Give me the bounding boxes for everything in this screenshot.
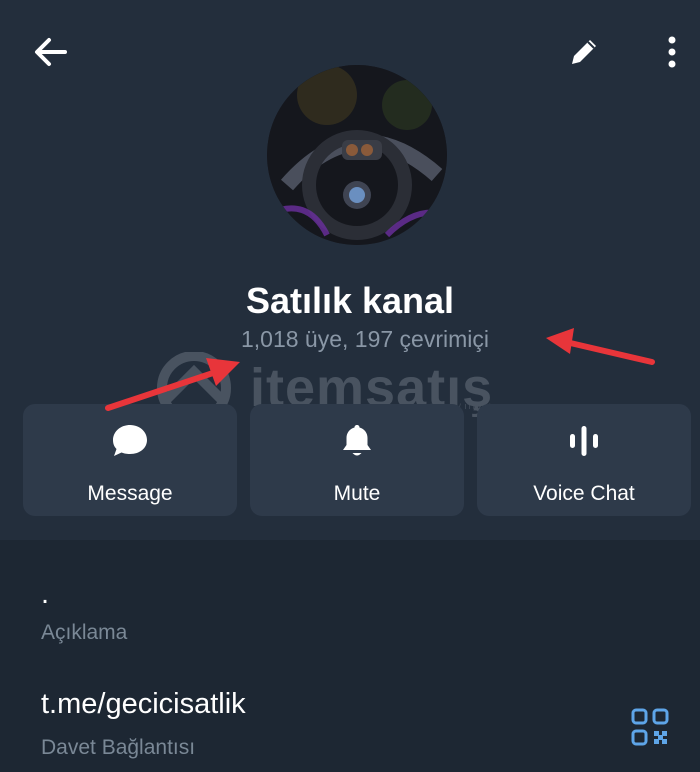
voice-waveform-icon — [570, 426, 598, 456]
channel-name: Satılık kanal — [245, 280, 455, 321]
invite-link-label: Davet Bağlantısı — [41, 736, 196, 759]
voice-chat-button[interactable]: Voice Chat — [477, 404, 691, 516]
chat-bubble-icon — [113, 425, 147, 456]
bell-icon — [343, 425, 371, 456]
channel-stats: 1,018 üye, 197 çevrimiçi — [240, 326, 489, 352]
channel-avatar[interactable] — [267, 65, 447, 245]
description-label: Açıklama — [41, 621, 128, 644]
invite-link[interactable]: t.me/gecicisatlik — [41, 688, 246, 721]
more-options-button[interactable] — [648, 28, 696, 76]
pencil-icon — [572, 40, 596, 64]
steering-wheel-image — [267, 65, 447, 245]
message-label: Message — [87, 482, 173, 505]
qr-code-icon — [631, 708, 669, 746]
mute-label: Mute — [333, 482, 381, 505]
voice-chat-label: Voice Chat — [533, 482, 635, 505]
more-vertical-icon — [668, 36, 676, 68]
description-value: . — [41, 578, 50, 610]
mute-button[interactable]: Mute — [250, 404, 464, 516]
qr-code-button[interactable] — [624, 701, 676, 753]
edit-button[interactable] — [560, 28, 608, 76]
message-button[interactable]: Message — [23, 404, 237, 516]
back-button[interactable] — [26, 28, 74, 76]
arrow-left-icon — [35, 38, 67, 66]
